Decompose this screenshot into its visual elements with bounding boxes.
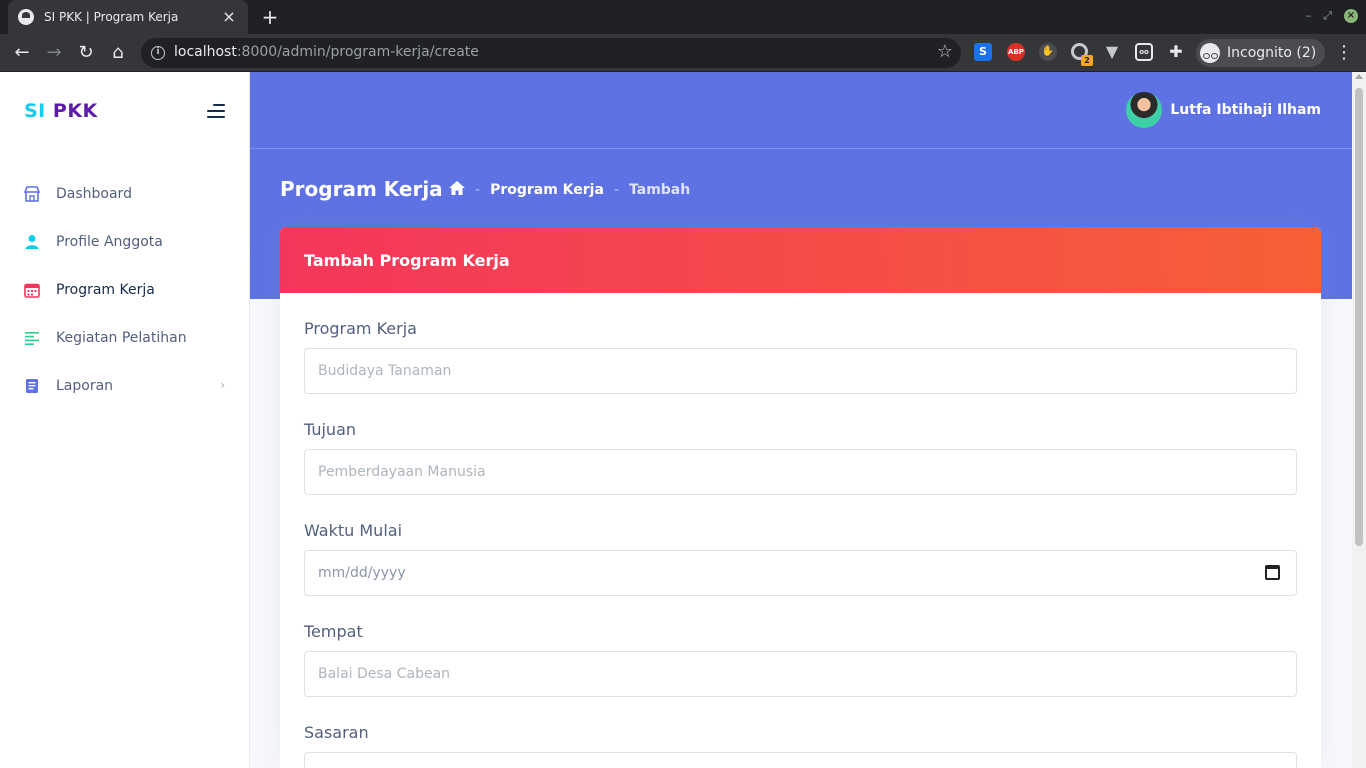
window-controls: – ⤢ × [1306, 8, 1358, 24]
scroll-up-arrow-icon[interactable] [1355, 74, 1363, 79]
align-left-icon [24, 330, 40, 346]
adblock-plus-icon[interactable]: ABP [1007, 43, 1025, 61]
extension-v-icon[interactable]: ▼ [1103, 43, 1121, 61]
forward-icon[interactable]: → [40, 39, 68, 67]
site-favicon-icon [18, 9, 34, 25]
sidebar: SI PKK Dashboard Profile Anggota Program… [0, 72, 250, 768]
extension-glasses-icon[interactable]: oo [1135, 43, 1153, 61]
book-icon [24, 378, 40, 394]
form-group-waktu-mulai: Waktu Mulai mm/dd/yyyy [304, 521, 1297, 596]
incognito-label: Incognito (2) [1227, 45, 1317, 61]
tab-title: SI PKK | Program Kerja [44, 10, 179, 24]
minimize-icon[interactable]: – [1306, 8, 1312, 24]
card-body: Program Kerja Tujuan Waktu Mulai mm/dd/y… [280, 293, 1321, 768]
sidebar-item-profile-anggota[interactable]: Profile Anggota [0, 218, 249, 266]
form-group-tujuan: Tujuan [304, 420, 1297, 495]
date-placeholder: mm/dd/yyyy [318, 565, 406, 581]
form-card: Tambah Program Kerja Program Kerja Tujua… [280, 227, 1321, 768]
extension-hand-icon[interactable]: ✋ [1039, 43, 1057, 61]
card-title: Tambah Program Kerja [304, 250, 510, 270]
breadcrumb-current: Tambah [629, 182, 691, 198]
user-name: Lutfa Ibtihaji Ilham [1170, 102, 1321, 118]
extensions-puzzle-icon[interactable]: ✚ [1167, 43, 1185, 61]
incognito-icon [1200, 43, 1220, 63]
scrollbar-thumb[interactable] [1355, 88, 1363, 546]
header-divider [250, 148, 1352, 149]
chevron-right-icon: › [220, 378, 225, 392]
program-kerja-input[interactable] [304, 348, 1297, 394]
breadcrumb: - Program Kerja - Tambah [449, 181, 690, 199]
date-input-box[interactable] [304, 550, 1297, 596]
breadcrumb-separator: - [475, 182, 481, 198]
field-label: Tempat [304, 622, 363, 641]
reload-icon[interactable]: ↻ [72, 39, 100, 67]
field-label: Program Kerja [304, 319, 417, 338]
breadcrumb-link-program-kerja[interactable]: Program Kerja [490, 182, 604, 198]
incognito-button[interactable]: Incognito (2) [1196, 39, 1325, 67]
sidenav-toggle-icon[interactable] [207, 104, 225, 118]
maximize-icon[interactable]: ⤢ [1323, 8, 1332, 24]
browser-menu-icon[interactable]: ⋮ [1334, 39, 1354, 67]
user-icon [24, 234, 40, 250]
browser-tab[interactable]: SI PKK | Program Kerja × [8, 0, 248, 34]
page-title: Program Kerja [280, 177, 443, 201]
extension-badge: 2 [1081, 55, 1093, 66]
address-bar[interactable]: i localhost:8000/admin/program-kerja/cre… [141, 38, 961, 68]
tujuan-input[interactable] [304, 449, 1297, 495]
browser-tab-bar: SI PKK | Program Kerja × + – ⤢ × [0, 0, 1366, 34]
sidebar-item-program-kerja[interactable]: Program Kerja [0, 266, 249, 314]
browser-toolbar: ← → ↻ ⌂ i localhost:8000/admin/program-k… [0, 34, 1366, 72]
bookmark-star-icon[interactable]: ☆ [937, 41, 953, 62]
home-icon[interactable]: ⌂ [104, 39, 132, 67]
url-text[interactable]: localhost:8000/admin/program-kerja/creat… [174, 44, 479, 60]
tempat-input[interactable] [304, 651, 1297, 697]
brand-logo[interactable]: SI PKK [24, 100, 98, 122]
waktu-mulai-date-input[interactable]: mm/dd/yyyy [304, 550, 1297, 596]
form-group-program-kerja: Program Kerja [304, 319, 1297, 394]
store-icon [24, 186, 40, 202]
form-group-sasaran: Sasaran [304, 723, 1297, 768]
field-label: Sasaran [304, 723, 369, 742]
back-icon[interactable]: ← [8, 39, 36, 67]
calendar-picker-icon[interactable] [1265, 565, 1280, 580]
window-close-icon[interactable]: × [1344, 9, 1358, 23]
breadcrumb-separator: - [613, 182, 619, 198]
user-menu[interactable]: Lutfa Ibtihaji Ilham [1126, 92, 1321, 128]
field-label: Waktu Mulai [304, 521, 403, 540]
home-breadcrumb-icon[interactable] [449, 181, 465, 199]
card-header: Tambah Program Kerja [280, 227, 1321, 293]
calendar-icon [24, 282, 40, 298]
site-info-icon[interactable]: i [151, 46, 165, 60]
tab-close-icon[interactable]: × [220, 8, 238, 26]
new-tab-button[interactable]: + [258, 6, 282, 28]
form-group-tempat: Tempat [304, 622, 1297, 697]
sidebar-item-kegiatan-pelatihan[interactable]: Kegiatan Pelatihan [0, 314, 249, 362]
field-label: Tujuan [304, 420, 357, 439]
sidebar-item-dashboard[interactable]: Dashboard [0, 170, 249, 218]
extension-s-icon[interactable]: S [974, 43, 992, 61]
sasaran-input[interactable] [304, 752, 1297, 768]
avatar [1126, 92, 1163, 128]
sidebar-item-laporan[interactable]: Laporan › [0, 362, 249, 410]
page-scrollbar[interactable] [1352, 72, 1366, 768]
sidebar-nav: Dashboard Profile Anggota Program Kerja … [0, 170, 249, 410]
